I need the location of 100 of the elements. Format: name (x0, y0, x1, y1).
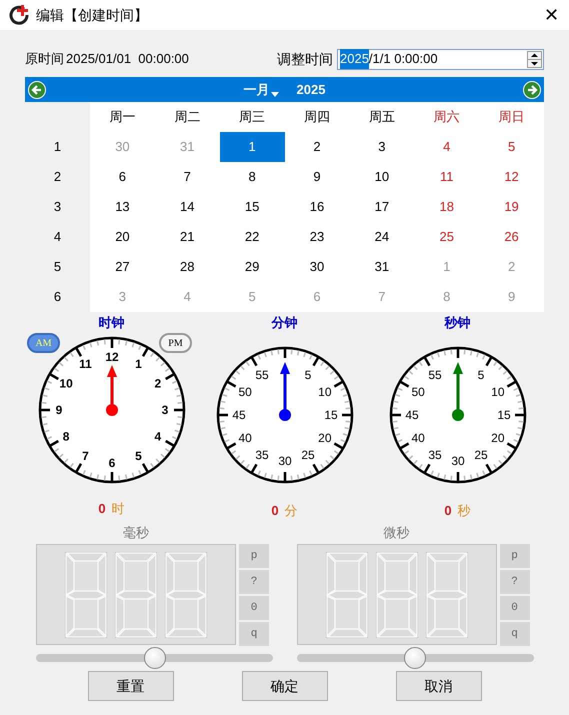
original-time-value: 2025/01/01 00:00:00 (66, 50, 189, 68)
calendar-day[interactable]: 24 (349, 222, 414, 252)
calendar-day[interactable]: 2 (284, 132, 350, 162)
calendar-day[interactable]: 14 (154, 192, 220, 222)
calendar-day[interactable]: 21 (154, 222, 220, 252)
calendar-day[interactable]: 5 (220, 282, 285, 312)
clock-hand[interactable] (452, 362, 464, 421)
calendar-day[interactable]: 29 (220, 252, 285, 282)
calendar-day[interactable]: 30 (90, 132, 155, 162)
calendar-day[interactable]: 18 (414, 192, 480, 222)
close-button[interactable]: ✕ (544, 6, 559, 24)
clock-number: 50 (238, 385, 252, 399)
display-key[interactable]: ? (500, 570, 530, 594)
week-number: 6 (52, 288, 62, 306)
calendar-day[interactable]: 15 (220, 192, 285, 222)
calendar-day[interactable]: 17 (349, 192, 414, 222)
clock-number: 40 (238, 431, 252, 445)
calendar-day[interactable]: 7 (349, 282, 414, 312)
calendar-day[interactable]: 25 (414, 222, 480, 252)
clock-number: 8 (62, 430, 69, 444)
clock-title: 分钟 (272, 314, 298, 332)
calendar-day[interactable]: 30 (284, 252, 350, 282)
month-dropdown[interactable]: 一月 (244, 80, 279, 100)
clock-hand[interactable] (278, 362, 290, 421)
dialog-button[interactable]: 重置 (88, 671, 174, 701)
calendar-day[interactable]: 1 (220, 132, 285, 162)
clock-number: 3 (161, 403, 168, 417)
previous-month-icon[interactable] (28, 80, 46, 98)
clock-number: 12 (104, 350, 118, 364)
calendar-day[interactable]: 11 (414, 162, 480, 192)
calendar-day[interactable]: 3 (349, 132, 414, 162)
clock-number: 10 (58, 376, 72, 390)
display-key[interactable]: 0 (239, 596, 269, 620)
dialog-button[interactable]: 确定 (242, 671, 328, 701)
clock-number: 15 (324, 408, 338, 422)
week-number: 3 (52, 198, 62, 216)
calendar-day[interactable]: 31 (349, 252, 414, 282)
app-logo-icon (8, 4, 30, 26)
display-key[interactable]: ? (239, 570, 269, 594)
week-number: 1 (52, 138, 62, 156)
display-key[interactable]: q (239, 622, 269, 646)
clock-number: 45 (404, 408, 418, 422)
display-key[interactable]: p (500, 544, 530, 568)
calendar-day[interactable]: 31 (154, 132, 220, 162)
calendar-day[interactable]: 20 (90, 222, 155, 252)
calendar-day[interactable]: 5 (479, 132, 544, 162)
calendar-day[interactable]: 19 (479, 192, 544, 222)
calendar-day[interactable]: 23 (284, 222, 350, 252)
display-title: 毫秒 (122, 524, 150, 542)
window-title: 编辑【创建时间】 (36, 6, 148, 24)
calendar-day[interactable]: 4 (414, 132, 480, 162)
calendar-day[interactable]: 8 (414, 282, 480, 312)
meridiem-toggle[interactable]: PM (159, 333, 192, 353)
slider-thumb[interactable] (144, 647, 166, 669)
calendar-day[interactable]: 16 (284, 192, 350, 222)
week-number: 5 (52, 258, 62, 276)
calendar-day[interactable]: 6 (284, 282, 350, 312)
selected-text: 2025 (340, 49, 369, 69)
slider-thumb[interactable] (404, 647, 426, 669)
calendar-day[interactable]: 3 (90, 282, 155, 312)
clock-number: 5 (304, 368, 311, 382)
display-key[interactable]: 0 (500, 596, 530, 620)
spin-arrows-icon[interactable] (527, 50, 542, 68)
calendar-day[interactable]: 13 (90, 192, 155, 222)
field-value: /1/1 0:00:00 (368, 50, 438, 68)
calendar-day[interactable]: 4 (154, 282, 220, 312)
clock-number: 40 (410, 431, 424, 445)
weekday-header: 周四 (284, 102, 350, 132)
calendar-day[interactable]: 7 (154, 162, 220, 192)
clock-number: 7 (82, 448, 88, 463)
dialog-button[interactable]: 取消 (396, 671, 482, 701)
calendar-day[interactable]: 6 (90, 162, 155, 192)
calendar-day[interactable]: 12 (479, 162, 544, 192)
calendar-day[interactable]: 1 (414, 252, 480, 282)
calendar-day[interactable]: 26 (479, 222, 544, 252)
calendar-day[interactable]: 27 (90, 252, 155, 282)
clock-number: 15 (496, 408, 510, 422)
datetime-spin-field[interactable]: 2025/1/1 0:00:00 (337, 48, 544, 70)
adjust-time-label: 调整时间 (277, 50, 333, 68)
calendar-day[interactable]: 9 (284, 162, 350, 192)
calendar-day[interactable]: 22 (220, 222, 285, 252)
display-key[interactable]: p (239, 544, 269, 568)
clock-number: 50 (410, 385, 424, 399)
clock-hand[interactable] (106, 365, 118, 416)
clock-number: 25 (474, 448, 488, 462)
next-month-icon[interactable] (523, 80, 541, 98)
meridiem-toggle[interactable]: AM (27, 333, 60, 353)
clock-number: 20 (490, 431, 504, 445)
unit-label: 时 (112, 500, 125, 518)
calendar-day[interactable]: 9 (479, 282, 544, 312)
calendar-day[interactable]: 28 (154, 252, 220, 282)
calendar-day[interactable]: 2 (479, 252, 544, 282)
clock-number: 55 (428, 368, 442, 382)
weekday-header: 周二 (154, 102, 220, 132)
display-key[interactable]: q (500, 622, 530, 646)
calendar-day[interactable]: 10 (349, 162, 414, 192)
calendar-day[interactable]: 8 (220, 162, 285, 192)
year-label[interactable]: 2025 (296, 80, 326, 100)
display-title: 微秒 (382, 524, 410, 542)
clock-number: 5 (134, 448, 142, 463)
